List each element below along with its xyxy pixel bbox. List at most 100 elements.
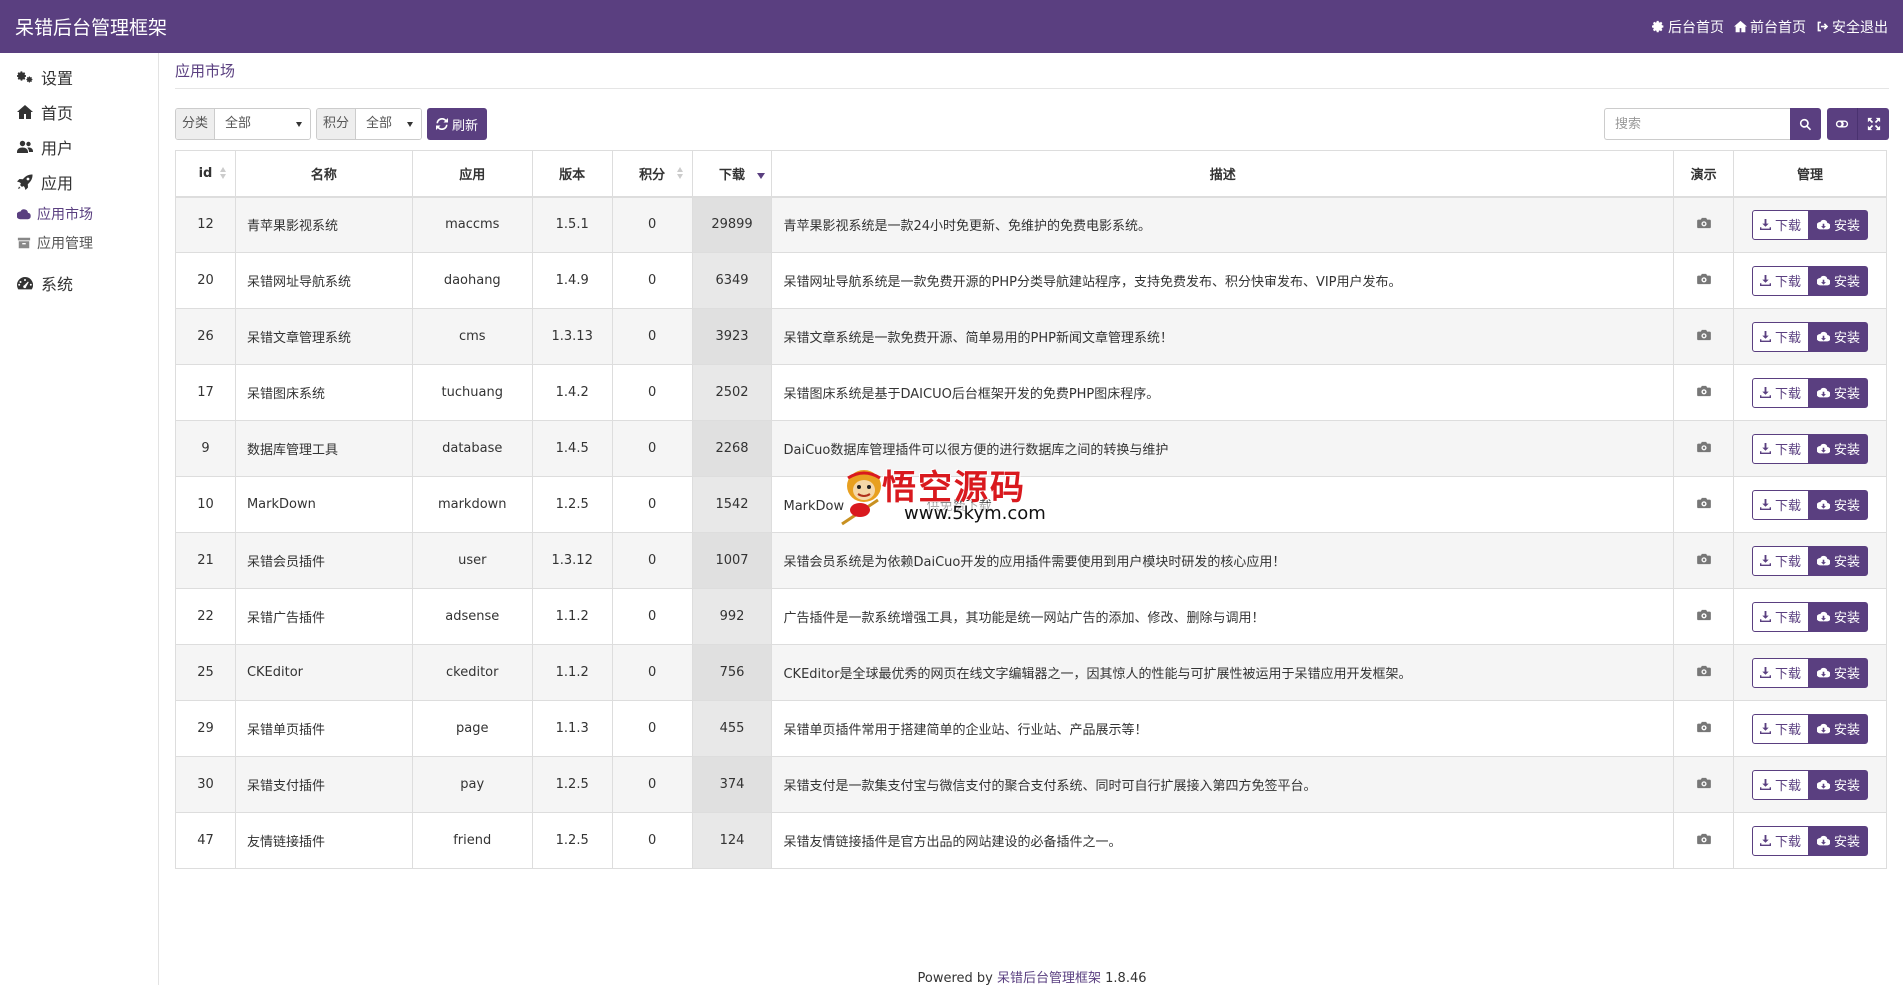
manage-button-group: 下载 安装 [1752, 545, 1869, 576]
sidebar-subitem-app-manage[interactable]: 应用管理 [0, 228, 158, 257]
install-button[interactable]: 安装 [1809, 489, 1869, 520]
home-icon [17, 104, 33, 119]
cell-demo [1673, 308, 1735, 365]
sidebar-item-users[interactable]: 用户 [0, 129, 158, 164]
cell-downloads: 124 [691, 812, 773, 869]
cell-description: 呆错友情链接插件是官方出品的网站建设的必备插件之一。 [771, 812, 1675, 869]
cell-demo [1673, 700, 1735, 757]
toggle-view-button[interactable] [1827, 108, 1858, 140]
cell-app: markdown [411, 476, 533, 533]
download-button[interactable]: 下载 [1752, 713, 1810, 744]
cell-id: 25 [175, 644, 236, 701]
column-header-points[interactable]: 积分 [611, 150, 693, 198]
table-header-row: id 名称 应用 版本 积分 下载 描述 演示 管理 [175, 150, 1887, 198]
install-button[interactable]: 安装 [1809, 825, 1869, 856]
points-filter[interactable]: 积分 全部 [316, 108, 423, 140]
camera-icon[interactable] [1696, 497, 1711, 509]
cloud-download-icon [1817, 779, 1831, 790]
cell-version: 1.3.13 [531, 308, 613, 365]
logout-link[interactable]: 安全退出 [1816, 17, 1888, 37]
app-title[interactable]: 呆错后台管理框架 [15, 13, 167, 40]
download-button[interactable]: 下载 [1752, 209, 1810, 240]
category-select[interactable]: 全部 [215, 109, 311, 139]
install-button[interactable]: 安装 [1809, 545, 1869, 576]
cell-id: 47 [175, 812, 236, 869]
sidebar-item-home[interactable]: 首页 [0, 94, 158, 129]
cell-demo [1673, 756, 1735, 813]
cell-points: 0 [611, 756, 693, 813]
cell-demo [1673, 196, 1735, 253]
sidebar-item-label: 用户 [41, 138, 74, 158]
install-label: 安装 [1834, 387, 1861, 402]
camera-icon[interactable] [1696, 385, 1711, 397]
camera-icon[interactable] [1696, 777, 1711, 789]
column-header-version: 版本 [531, 150, 613, 198]
install-button[interactable]: 安装 [1809, 321, 1869, 352]
install-label: 安装 [1834, 499, 1861, 514]
cell-demo [1673, 476, 1735, 533]
download-button[interactable]: 下载 [1752, 769, 1810, 800]
footer-link[interactable]: 呆错后台管理框架 [997, 971, 1101, 986]
camera-icon[interactable] [1696, 553, 1711, 565]
sidebar-item-system[interactable]: 系统 [0, 265, 158, 300]
logout-label: 安全退出 [1832, 19, 1888, 36]
manage-button-group: 下载 安装 [1752, 209, 1869, 240]
column-header-downloads[interactable]: 下载 [691, 150, 773, 198]
sidebar-item-apps[interactable]: 应用 [0, 164, 158, 199]
expand-icon [1867, 117, 1880, 131]
install-label: 安装 [1834, 443, 1861, 458]
points-select[interactable]: 全部 [356, 109, 422, 139]
admin-home-label: 后台首页 [1668, 19, 1724, 36]
fullscreen-button[interactable] [1858, 108, 1889, 140]
install-button[interactable]: 安装 [1809, 769, 1869, 800]
cell-app: cms [411, 308, 533, 365]
install-button[interactable]: 安装 [1809, 433, 1869, 464]
download-button[interactable]: 下载 [1752, 601, 1810, 632]
admin-home-link[interactable]: 后台首页 [1652, 17, 1724, 37]
camera-icon[interactable] [1696, 329, 1711, 341]
install-label: 安装 [1834, 555, 1861, 570]
download-label: 下载 [1775, 331, 1802, 346]
sidebar-item-settings[interactable]: 设置 [0, 59, 158, 94]
cell-app: database [411, 420, 533, 477]
camera-icon[interactable] [1696, 273, 1711, 285]
install-button[interactable]: 安装 [1809, 601, 1869, 632]
camera-icon[interactable] [1696, 441, 1711, 453]
download-button[interactable]: 下载 [1752, 265, 1810, 296]
camera-icon[interactable] [1696, 665, 1711, 677]
download-button[interactable]: 下载 [1752, 657, 1810, 688]
install-button[interactable]: 安装 [1809, 657, 1869, 688]
download-button[interactable]: 下载 [1752, 825, 1810, 856]
cell-manage: 下载 安装 [1733, 532, 1887, 589]
rocket-icon [17, 173, 33, 190]
cell-app: daohang [411, 252, 533, 309]
refresh-button[interactable]: 刷新 [427, 108, 488, 140]
sidebar-subitem-app-market[interactable]: 应用市场 [0, 199, 158, 228]
manage-button-group: 下载 安装 [1752, 377, 1869, 408]
download-button[interactable]: 下载 [1752, 377, 1810, 408]
download-icon [1760, 611, 1771, 622]
install-button[interactable]: 安装 [1809, 209, 1869, 240]
front-home-link[interactable]: 前台首页 [1734, 17, 1806, 37]
cell-app: pay [411, 756, 533, 813]
install-button[interactable]: 安装 [1809, 713, 1869, 744]
search-button[interactable] [1790, 108, 1821, 140]
category-filter[interactable]: 分类 全部 [175, 108, 312, 140]
camera-icon[interactable] [1696, 217, 1711, 229]
install-button[interactable]: 安装 [1809, 265, 1869, 296]
column-header-id[interactable]: id [175, 150, 236, 198]
download-button[interactable]: 下载 [1752, 433, 1810, 464]
download-icon [1760, 443, 1771, 454]
search-input[interactable] [1604, 108, 1790, 140]
cell-name: 友情链接插件 [234, 812, 413, 869]
camera-icon[interactable] [1696, 609, 1711, 621]
download-button[interactable]: 下载 [1752, 545, 1810, 576]
cell-demo [1673, 420, 1735, 477]
camera-icon[interactable] [1696, 833, 1711, 845]
camera-icon[interactable] [1696, 721, 1711, 733]
install-button[interactable]: 安装 [1809, 377, 1869, 408]
cell-points: 0 [611, 700, 693, 757]
cloud-download-icon [1817, 387, 1831, 398]
download-button[interactable]: 下载 [1752, 489, 1810, 520]
download-button[interactable]: 下载 [1752, 321, 1810, 352]
